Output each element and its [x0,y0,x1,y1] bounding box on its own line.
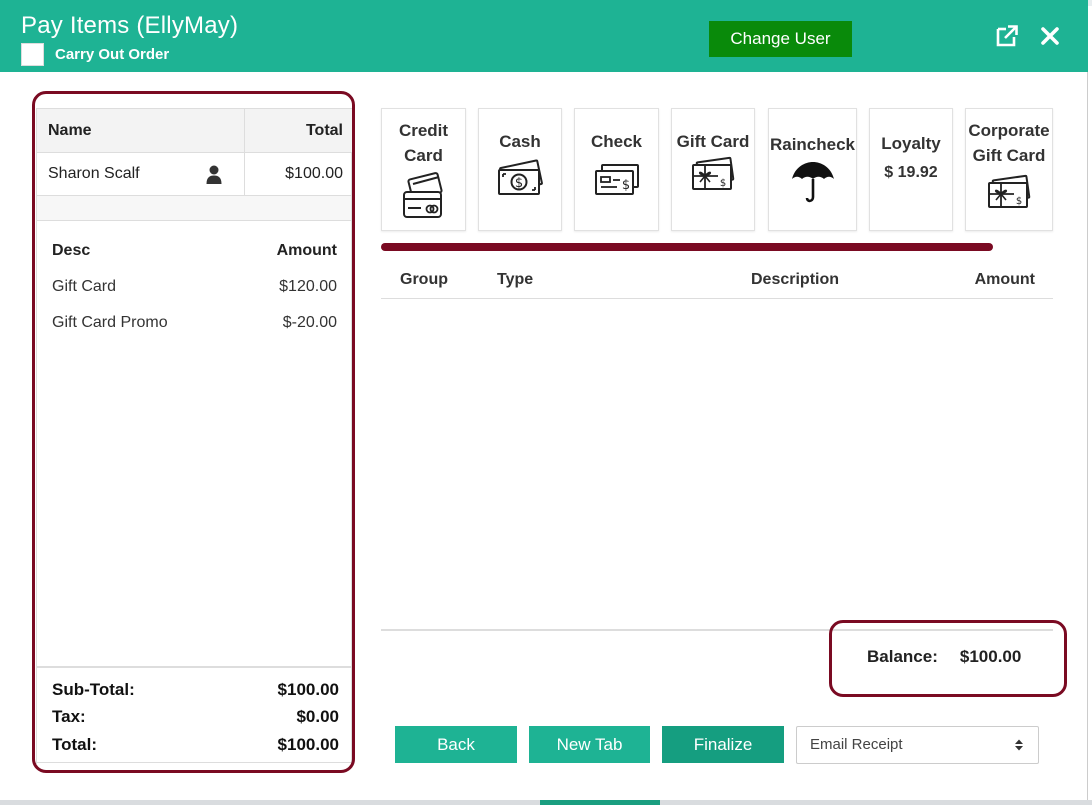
annotation-underline [381,243,993,251]
select-arrows-icon [1015,739,1023,751]
annotation-highlight-left [32,91,355,773]
loyalty-balance: $ 19.92 [884,164,938,181]
gift-card-icon: $ [988,174,1031,208]
tender-label: Raincheck [769,135,856,154]
background-app-footer [0,800,1092,805]
close-icon[interactable] [1038,24,1064,50]
tender-label: Gift Card [972,146,1046,165]
type-column-header: Type [497,271,534,288]
tender-label: Card [404,146,443,165]
svg-text:$: $ [515,176,523,191]
amount-column-header: Amount [974,271,1035,288]
annotation-highlight-balance [829,620,1067,697]
svg-text:$: $ [1016,196,1022,207]
tender-corporate-gift-card-button[interactable]: Corporate Gift Card $ [965,108,1053,231]
new-tab-button[interactable]: New Tab [529,726,650,763]
payments-table-body [381,299,1053,631]
tender-label: Gift Card [676,132,750,151]
svg-text:$: $ [621,178,629,193]
change-user-button[interactable]: Change User [709,21,852,57]
pay-items-dialog: Pay Items (EllyMay) Carry Out Order Chan… [0,0,1088,800]
tender-label: Check [590,132,643,151]
description-column-header: Description [751,271,840,288]
tender-check-button[interactable]: Check $ [574,108,659,231]
tender-gift-card-button[interactable]: Gift Card $ [671,108,755,231]
group-column-header: Group [400,271,448,288]
carry-out-label: Carry Out Order [55,46,170,63]
receipt-select[interactable]: Email Receipt [796,726,1039,764]
check-icon: $ [594,164,639,195]
tender-cash-button[interactable]: Cash $ [478,108,562,231]
credit-card-icon [402,172,443,218]
tender-label: Corporate [968,121,1050,140]
finalize-button[interactable]: Finalize [662,726,784,763]
tender-raincheck-button[interactable]: Raincheck [768,108,857,231]
dialog-title: Pay Items (EllyMay) [21,12,239,39]
payments-table-header: Group Type Description Amount [381,262,1053,299]
tender-label: Credit [398,121,449,140]
tender-label: Cash [499,132,541,151]
gift-card-icon: $ [692,156,735,190]
carry-out-checkbox[interactable] [21,43,44,66]
cash-icon: $ [498,159,543,195]
umbrella-icon [791,162,834,203]
dialog-header: Pay Items (EllyMay) Carry Out Order Chan… [0,0,1088,72]
receipt-select-value: Email Receipt [810,736,903,753]
tender-loyalty-button[interactable]: Loyalty $ 19.92 [869,108,953,231]
background-save-button [540,800,660,805]
expand-icon[interactable] [995,24,1021,50]
tender-label: Loyalty [881,134,941,153]
svg-text:$: $ [720,178,726,189]
tender-credit-card-button[interactable]: Credit Card [381,108,466,231]
back-button[interactable]: Back [395,726,517,763]
